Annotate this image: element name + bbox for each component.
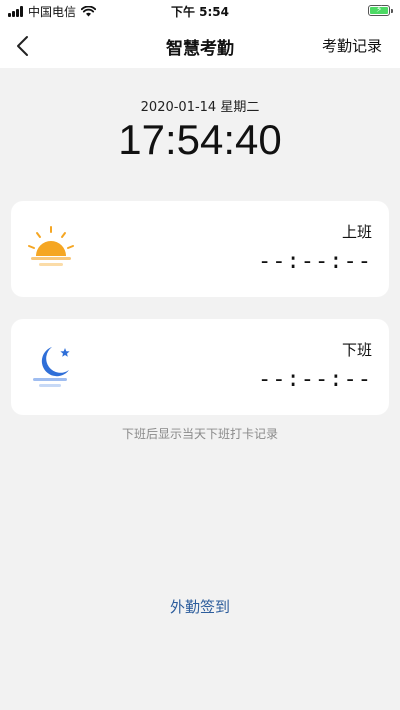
battery-charging-icon: ⚡: [368, 5, 393, 16]
clock-in-label: 上班: [341, 223, 372, 241]
nav-bar: 智慧考勤 考勤记录: [0, 22, 400, 68]
current-clock: 17:54:40: [118, 116, 282, 163]
chevron-left-icon: [17, 36, 28, 56]
status-time: 下午 5:54: [170, 5, 230, 19]
attendance-record-button[interactable]: 考勤记录: [322, 35, 382, 56]
clock-out-time: --:--:--: [258, 367, 372, 392]
back-button[interactable]: [10, 32, 38, 60]
clock-out-hint: 下班后显示当天下班打卡记录: [121, 427, 278, 441]
status-bar: 中国电信 下午 5:54 ⚡: [0, 0, 400, 22]
outside-signin-button[interactable]: 外勤签到: [150, 596, 250, 617]
clock-in-card[interactable]: 上班 --:--:--: [11, 201, 389, 297]
clock-out-card[interactable]: 下班 --:--:--: [11, 319, 389, 415]
sunrise-icon: [28, 226, 74, 266]
moon-icon: [33, 347, 70, 387]
clock-in-time: --:--:--: [258, 249, 372, 274]
current-date: 2020-01-14 星期二: [140, 100, 260, 115]
clock-out-label: 下班: [341, 341, 372, 359]
